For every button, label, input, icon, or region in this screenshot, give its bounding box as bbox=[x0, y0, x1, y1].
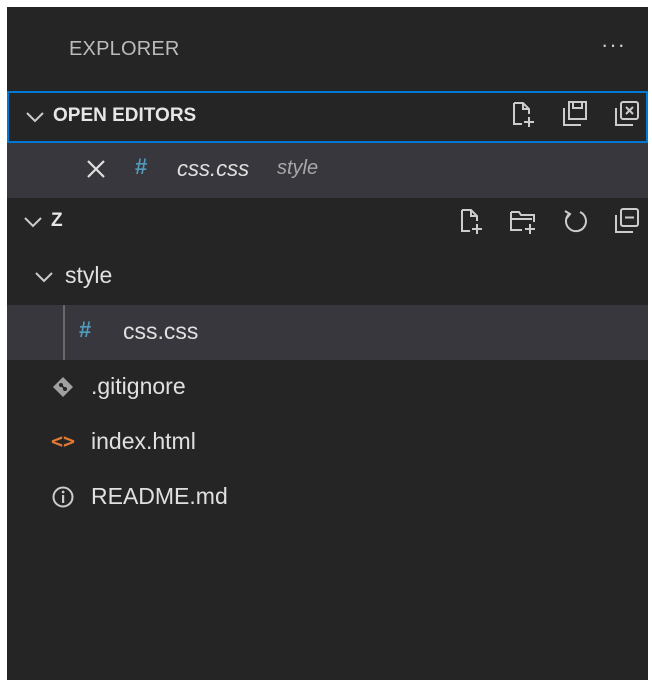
open-editors-actions bbox=[508, 99, 642, 129]
file-name: css.css bbox=[123, 318, 199, 344]
indent-guide bbox=[63, 305, 65, 360]
workspace-label: Z bbox=[51, 210, 63, 231]
refresh-icon[interactable] bbox=[560, 206, 590, 236]
workspace-actions bbox=[456, 206, 642, 236]
file-item-gitignore[interactable]: .gitignore bbox=[7, 360, 648, 415]
save-all-icon[interactable] bbox=[560, 99, 590, 129]
new-file-icon[interactable] bbox=[508, 99, 538, 129]
file-item-index-html[interactable]: <> index.html bbox=[7, 415, 648, 470]
css-hash-icon: # bbox=[79, 317, 92, 342]
folder-item-style[interactable]: style bbox=[7, 250, 648, 305]
file-item-css[interactable]: # css.css bbox=[7, 305, 648, 360]
explorer-title: EXPLORER bbox=[69, 38, 180, 60]
file-name: .gitignore bbox=[91, 373, 186, 399]
open-editor-name: css.css bbox=[177, 156, 250, 181]
html-icon: <> bbox=[51, 429, 76, 453]
new-folder-icon[interactable] bbox=[508, 206, 538, 236]
explorer-sidebar: EXPLORER ··· OPEN EDITORS # css.css styl… bbox=[7, 7, 648, 680]
chevron-down-icon bbox=[35, 272, 53, 283]
chevron-down-icon bbox=[24, 217, 42, 228]
open-editors-label: OPEN EDITORS bbox=[53, 105, 197, 126]
folder-name: style bbox=[65, 262, 113, 288]
open-editor-item[interactable]: # css.css style bbox=[7, 143, 648, 198]
ellipsis-icon[interactable]: ··· bbox=[601, 32, 626, 58]
open-editor-description: style bbox=[277, 157, 319, 179]
explorer-header: EXPLORER ··· bbox=[7, 7, 648, 91]
css-hash-icon: # bbox=[135, 154, 148, 179]
git-icon bbox=[53, 377, 73, 397]
new-file-icon[interactable] bbox=[456, 206, 486, 236]
close-icon[interactable] bbox=[85, 158, 107, 180]
chevron-down-icon bbox=[26, 112, 44, 123]
info-icon bbox=[52, 486, 74, 508]
close-all-icon[interactable] bbox=[612, 99, 642, 129]
open-editors-header[interactable]: OPEN EDITORS bbox=[7, 91, 648, 143]
collapse-all-icon[interactable] bbox=[612, 206, 642, 236]
file-name: README.md bbox=[91, 483, 228, 509]
file-name: index.html bbox=[91, 428, 196, 454]
file-item-readme[interactable]: README.md bbox=[7, 470, 648, 525]
workspace-header[interactable]: Z bbox=[7, 198, 648, 250]
